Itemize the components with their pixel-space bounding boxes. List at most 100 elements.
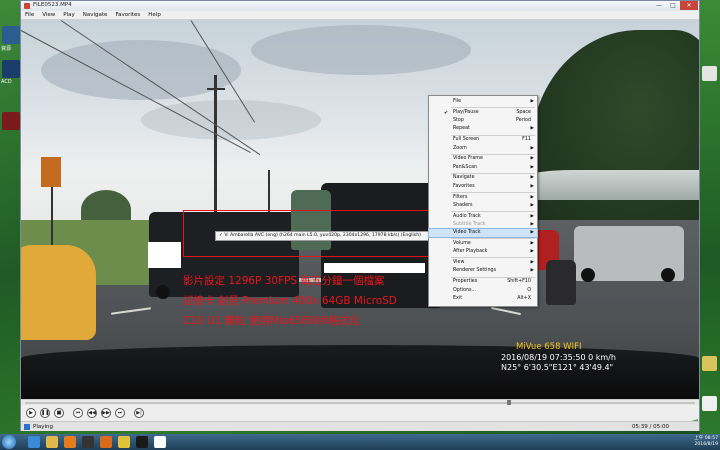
playback-time: 05:39 / 05:00 <box>631 424 669 430</box>
context-menu-item-label: Options... <box>453 287 477 293</box>
check-icon: ✔ <box>444 109 449 116</box>
video-car-wheel <box>156 285 170 299</box>
desktop-shortcut-icon[interactable] <box>2 112 20 130</box>
video-pole <box>214 75 217 225</box>
context-menu-item-label: Play/Pause <box>453 109 479 115</box>
pause-icon[interactable]: ❚❚ <box>40 408 50 418</box>
context-menu-item[interactable]: View ▶ <box>429 259 537 267</box>
playback-status: Playing <box>33 424 53 430</box>
context-menu-item[interactable]: Repeat ▶ <box>429 125 537 133</box>
context-menu-item[interactable]: Favorites ▶ <box>429 183 537 191</box>
submenu-arrow-icon: ▶ <box>530 241 534 246</box>
context-menu-item[interactable]: After Playback ▶ <box>429 248 537 256</box>
submenu-arrow-icon: ▶ <box>530 126 534 132</box>
context-menu-item[interactable]: Navigate ▶ <box>429 174 537 182</box>
context-menu-shortcut: Space <box>516 109 531 115</box>
desktop-right-app-icon[interactable] <box>702 66 717 81</box>
maximize-button[interactable]: □ <box>666 1 680 10</box>
submenu-arrow-icon: ▶ <box>530 221 534 227</box>
video-canopy <box>521 170 699 200</box>
context-menu-item[interactable]: Options... O <box>429 287 537 295</box>
context-menu-item[interactable]: Video Frame ▶ <box>429 155 537 163</box>
video-car-wheel <box>581 268 595 282</box>
context-menu-item[interactable]: Filters ▶ <box>429 194 537 202</box>
context-menu-item[interactable]: File ▶ <box>429 98 537 106</box>
context-menu-item[interactable]: ✔ Play/Pause Space <box>429 109 537 117</box>
taskbar-player-icon[interactable] <box>136 436 148 448</box>
acd-app-icon[interactable] <box>2 60 20 78</box>
track-description: V: Ambarella AVC (eng) (h264 main L5.0, … <box>224 233 421 238</box>
video-sign <box>41 157 61 187</box>
video-track-submenu-item[interactable]: ✓ V: Ambarella AVC (eng) (h264 main L5.0… <box>215 231 431 241</box>
context-menu-item-label: Filters <box>453 194 468 200</box>
osd-datetime-speed: 2016/08/19 07:35:50 0 km/h <box>501 353 616 362</box>
track-checkmark: ✓ <box>219 233 223 238</box>
overlay-line-1: 影片設定 1296P 30FPS 每五分鐘一個檔案 <box>183 275 385 287</box>
submenu-arrow-icon: ▶ <box>530 202 534 208</box>
context-menu-item-label: Video Track <box>453 230 481 236</box>
menu-view[interactable]: View <box>42 11 55 19</box>
menu-help[interactable]: Help <box>148 11 161 19</box>
desktop-icon-label-acd: ACD <box>1 79 12 85</box>
skip-back-icon[interactable]: ⏮ <box>73 408 83 418</box>
context-menu-item[interactable]: Renderer Settings ▶ <box>429 267 537 275</box>
start-button[interactable] <box>2 435 16 449</box>
submenu-arrow-icon: ▶ <box>530 249 534 255</box>
submenu-arrow-icon: ▶ <box>530 194 534 200</box>
rewind-icon[interactable]: ◀◀ <box>87 408 97 418</box>
context-menu-shortcut: Alt+X <box>517 295 531 301</box>
osd-model: MiVue 658 WIFI <box>516 342 582 352</box>
volume-slider[interactable] <box>678 410 698 425</box>
context-menu-shortcut: Period <box>516 118 531 124</box>
context-menu-item-label: Repeat <box>453 126 470 132</box>
status-bar: Playing 05:39 / 05:00 <box>21 421 699 431</box>
video-cloud <box>41 40 241 100</box>
taskbar-app-icon[interactable] <box>82 436 94 448</box>
taskbar-explorer-icon[interactable] <box>46 436 58 448</box>
desktop-app-icon[interactable] <box>2 26 20 44</box>
play-icon[interactable]: ▶ <box>26 408 36 418</box>
context-menu-item[interactable]: Properties Shift+F10 <box>429 278 537 286</box>
context-menu-item-label: Exit <box>453 295 463 301</box>
title-bar[interactable]: FILE0523.MP4 — □ ✕ <box>21 1 699 11</box>
desktop-right-folder-icon[interactable] <box>702 356 717 371</box>
desktop-right-doc-icon[interactable] <box>702 396 717 411</box>
taskbar-ie-icon[interactable] <box>28 436 40 448</box>
context-menu-item-label: Full Screen <box>453 137 480 143</box>
menu-play[interactable]: Play <box>63 11 74 19</box>
context-menu-item[interactable]: Audio Track ▶ <box>429 213 537 221</box>
context-menu-item-label: Favorites <box>453 183 475 189</box>
taskbar-media-icon[interactable] <box>64 436 76 448</box>
skip-forward-icon[interactable]: ⏭ <box>115 408 125 418</box>
submenu-arrow-icon: ▶ <box>530 268 534 274</box>
taskbar-blank-icon[interactable] <box>154 436 166 448</box>
menu-file[interactable]: File <box>25 11 34 19</box>
context-menu-item[interactable]: Shaders ▶ <box>429 202 537 210</box>
context-menu-shortcut: F11 <box>522 137 531 143</box>
close-button[interactable]: ✕ <box>680 1 698 10</box>
context-menu-item[interactable]: Volume ▶ <box>429 240 537 248</box>
stop-icon[interactable]: ■ <box>54 408 64 418</box>
video-area[interactable]: ✓ V: Ambarella AVC (eng) (h264 main L5.0… <box>21 20 699 399</box>
context-menu-item-label: Volume <box>453 241 471 246</box>
minimize-button[interactable]: — <box>652 1 666 10</box>
context-menu-item-label: Stop <box>453 118 464 124</box>
menu-favorites[interactable]: Favorites <box>115 11 140 19</box>
seek-track[interactable] <box>25 402 695 404</box>
system-clock[interactable]: 上午 08:57 2016/8/19 <box>690 436 718 448</box>
context-menu-item[interactable]: Video Track ▶ <box>428 228 538 239</box>
taskbar: 上午 08:57 2016/8/19 <box>0 434 720 450</box>
context-menu-item[interactable]: Exit Alt+X <box>429 295 537 303</box>
player-app-icon <box>24 3 30 9</box>
context-menu-item[interactable]: Pan&Scan ▶ <box>429 164 537 172</box>
context-menu-item-label: Properties <box>453 279 478 285</box>
taskbar-chrome-icon[interactable] <box>118 436 130 448</box>
frame-step-icon[interactable]: ▶| <box>134 408 144 418</box>
menu-navigate[interactable]: Navigate <box>83 11 108 19</box>
context-menu-item[interactable]: Stop Period <box>429 117 537 125</box>
fast-forward-icon[interactable]: ▶▶ <box>101 408 111 418</box>
taskbar-firefox-icon[interactable] <box>100 436 112 448</box>
context-menu-item-label: Zoom <box>453 145 467 151</box>
context-menu-item[interactable]: Full Screen F11 <box>429 136 537 144</box>
context-menu-item[interactable]: Zoom ▶ <box>429 145 537 153</box>
